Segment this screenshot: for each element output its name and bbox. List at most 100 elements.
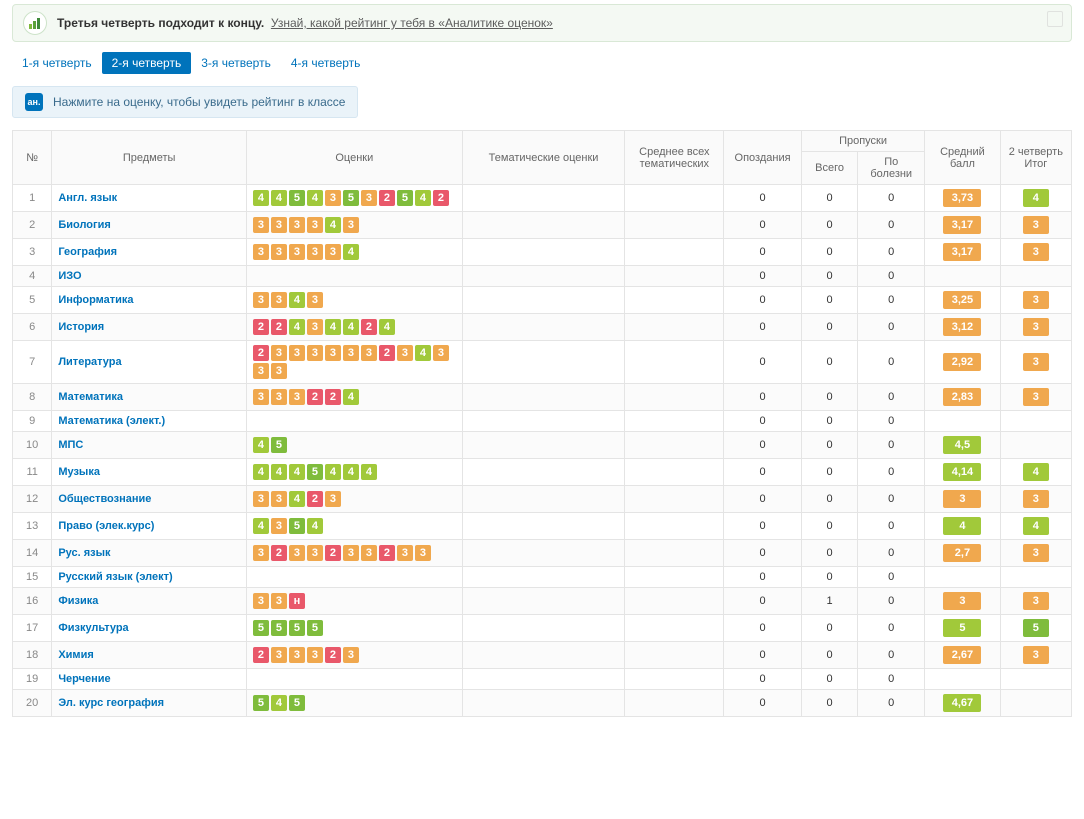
subject-link[interactable]: География [58, 246, 117, 258]
grade-mark[interactable]: 2 [325, 389, 341, 405]
grade-mark[interactable]: 4 [289, 491, 305, 507]
grade-mark[interactable]: 3 [271, 292, 287, 308]
grade-mark[interactable]: 4 [289, 319, 305, 335]
grade-mark[interactable]: 2 [379, 345, 395, 361]
grade-mark[interactable]: 4 [343, 319, 359, 335]
grade-mark[interactable]: 4 [253, 518, 269, 534]
grade-mark[interactable]: 3 [271, 389, 287, 405]
grade-mark[interactable]: 3 [343, 545, 359, 561]
grade-mark[interactable]: 3 [289, 345, 305, 361]
final-badge[interactable]: 4 [1023, 189, 1049, 207]
avg-badge[interactable]: 3,12 [943, 318, 981, 336]
grade-mark[interactable]: 3 [361, 545, 377, 561]
grade-mark[interactable]: 4 [415, 190, 431, 206]
grade-mark[interactable]: 3 [271, 518, 287, 534]
subject-link[interactable]: Рус. язык [58, 547, 110, 559]
external-link-icon[interactable] [1047, 11, 1063, 27]
final-badge[interactable]: 4 [1023, 517, 1049, 535]
grade-mark[interactable]: 3 [307, 647, 323, 663]
tab-quarter-3[interactable]: 3-я четверть [191, 52, 281, 74]
grade-mark[interactable]: 3 [433, 345, 449, 361]
grade-mark[interactable]: 4 [307, 518, 323, 534]
grade-mark[interactable]: 3 [325, 491, 341, 507]
subject-link[interactable]: Обществознание [58, 493, 151, 505]
avg-badge[interactable]: 2,92 [943, 353, 981, 371]
grade-mark[interactable]: 4 [325, 464, 341, 480]
grade-mark[interactable]: 3 [307, 319, 323, 335]
final-badge[interactable]: 5 [1023, 619, 1049, 637]
grade-mark[interactable]: 3 [397, 545, 413, 561]
grade-mark[interactable]: 4 [289, 292, 305, 308]
grade-mark[interactable]: 5 [271, 437, 287, 453]
grade-mark[interactable]: 3 [289, 389, 305, 405]
grade-mark[interactable]: 5 [289, 695, 305, 711]
subject-link[interactable]: Химия [58, 649, 93, 661]
grade-mark[interactable]: 4 [379, 319, 395, 335]
grade-mark[interactable]: 3 [271, 593, 287, 609]
subject-link[interactable]: Эл. курс география [58, 697, 164, 709]
grade-mark[interactable]: 3 [343, 647, 359, 663]
grade-mark[interactable]: 3 [271, 491, 287, 507]
grade-mark[interactable]: 2 [271, 319, 287, 335]
grade-mark[interactable]: 2 [307, 389, 323, 405]
subject-link[interactable]: МПС [58, 439, 83, 451]
grade-mark[interactable]: 3 [325, 190, 341, 206]
grade-mark[interactable]: 4 [343, 464, 359, 480]
grade-mark[interactable]: 2 [433, 190, 449, 206]
subject-link[interactable]: ИЗО [58, 270, 81, 282]
final-badge[interactable]: 3 [1023, 353, 1049, 371]
avg-badge[interactable]: 2,83 [943, 388, 981, 406]
grade-mark[interactable]: 2 [325, 545, 341, 561]
tab-quarter-2[interactable]: 2-я четверть [102, 52, 192, 74]
subject-link[interactable]: Физкультура [58, 622, 128, 634]
final-badge[interactable]: 3 [1023, 388, 1049, 406]
grade-mark[interactable]: 4 [325, 217, 341, 233]
grade-mark[interactable]: 3 [325, 244, 341, 260]
subject-link[interactable]: Литература [58, 356, 121, 368]
grade-mark[interactable]: 4 [361, 464, 377, 480]
subject-link[interactable]: Математика [58, 391, 123, 403]
grade-mark[interactable]: 5 [307, 464, 323, 480]
subject-link[interactable]: Музыка [58, 466, 100, 478]
grade-mark[interactable]: 5 [289, 620, 305, 636]
grade-mark[interactable]: 3 [271, 217, 287, 233]
grade-mark[interactable]: 3 [289, 217, 305, 233]
grade-mark[interactable]: 2 [379, 545, 395, 561]
grade-mark[interactable]: 3 [253, 593, 269, 609]
grade-mark[interactable]: 4 [325, 319, 341, 335]
subject-link[interactable]: Русский язык (элект) [58, 571, 172, 583]
grade-mark[interactable]: 4 [343, 244, 359, 260]
subject-link[interactable]: Биология [58, 219, 110, 231]
avg-badge[interactable]: 3,73 [943, 189, 981, 207]
avg-badge[interactable]: 4,5 [943, 436, 981, 454]
grade-mark[interactable]: 3 [289, 647, 305, 663]
grade-mark[interactable]: 3 [343, 345, 359, 361]
grade-mark[interactable]: 3 [271, 363, 287, 379]
grade-mark[interactable]: 3 [361, 190, 377, 206]
grade-mark[interactable]: 2 [361, 319, 377, 335]
grade-mark[interactable]: 5 [289, 190, 305, 206]
grade-mark[interactable]: 3 [307, 345, 323, 361]
grade-mark[interactable]: 3 [343, 217, 359, 233]
subject-link[interactable]: Право (элек.курс) [58, 520, 154, 532]
grade-mark[interactable]: 5 [397, 190, 413, 206]
grade-mark[interactable]: 2 [325, 647, 341, 663]
grade-mark[interactable]: 3 [253, 545, 269, 561]
subject-link[interactable]: Математика (элект.) [58, 415, 165, 427]
grade-mark[interactable]: 2 [271, 545, 287, 561]
final-badge[interactable]: 3 [1023, 544, 1049, 562]
grade-mark[interactable]: 3 [289, 244, 305, 260]
final-badge[interactable]: 3 [1023, 490, 1049, 508]
final-badge[interactable]: 3 [1023, 318, 1049, 336]
grade-mark[interactable]: 4 [307, 190, 323, 206]
avg-badge[interactable]: 5 [943, 619, 981, 637]
grade-mark[interactable]: 2 [307, 491, 323, 507]
subject-link[interactable]: История [58, 321, 104, 333]
avg-badge[interactable]: 3 [943, 592, 981, 610]
tab-quarter-4[interactable]: 4-я четверть [281, 52, 371, 74]
grade-mark[interactable]: 3 [307, 244, 323, 260]
avg-badge[interactable]: 3 [943, 490, 981, 508]
grade-mark[interactable]: 5 [253, 620, 269, 636]
grade-mark[interactable]: 2 [253, 647, 269, 663]
grade-mark[interactable]: 3 [415, 545, 431, 561]
